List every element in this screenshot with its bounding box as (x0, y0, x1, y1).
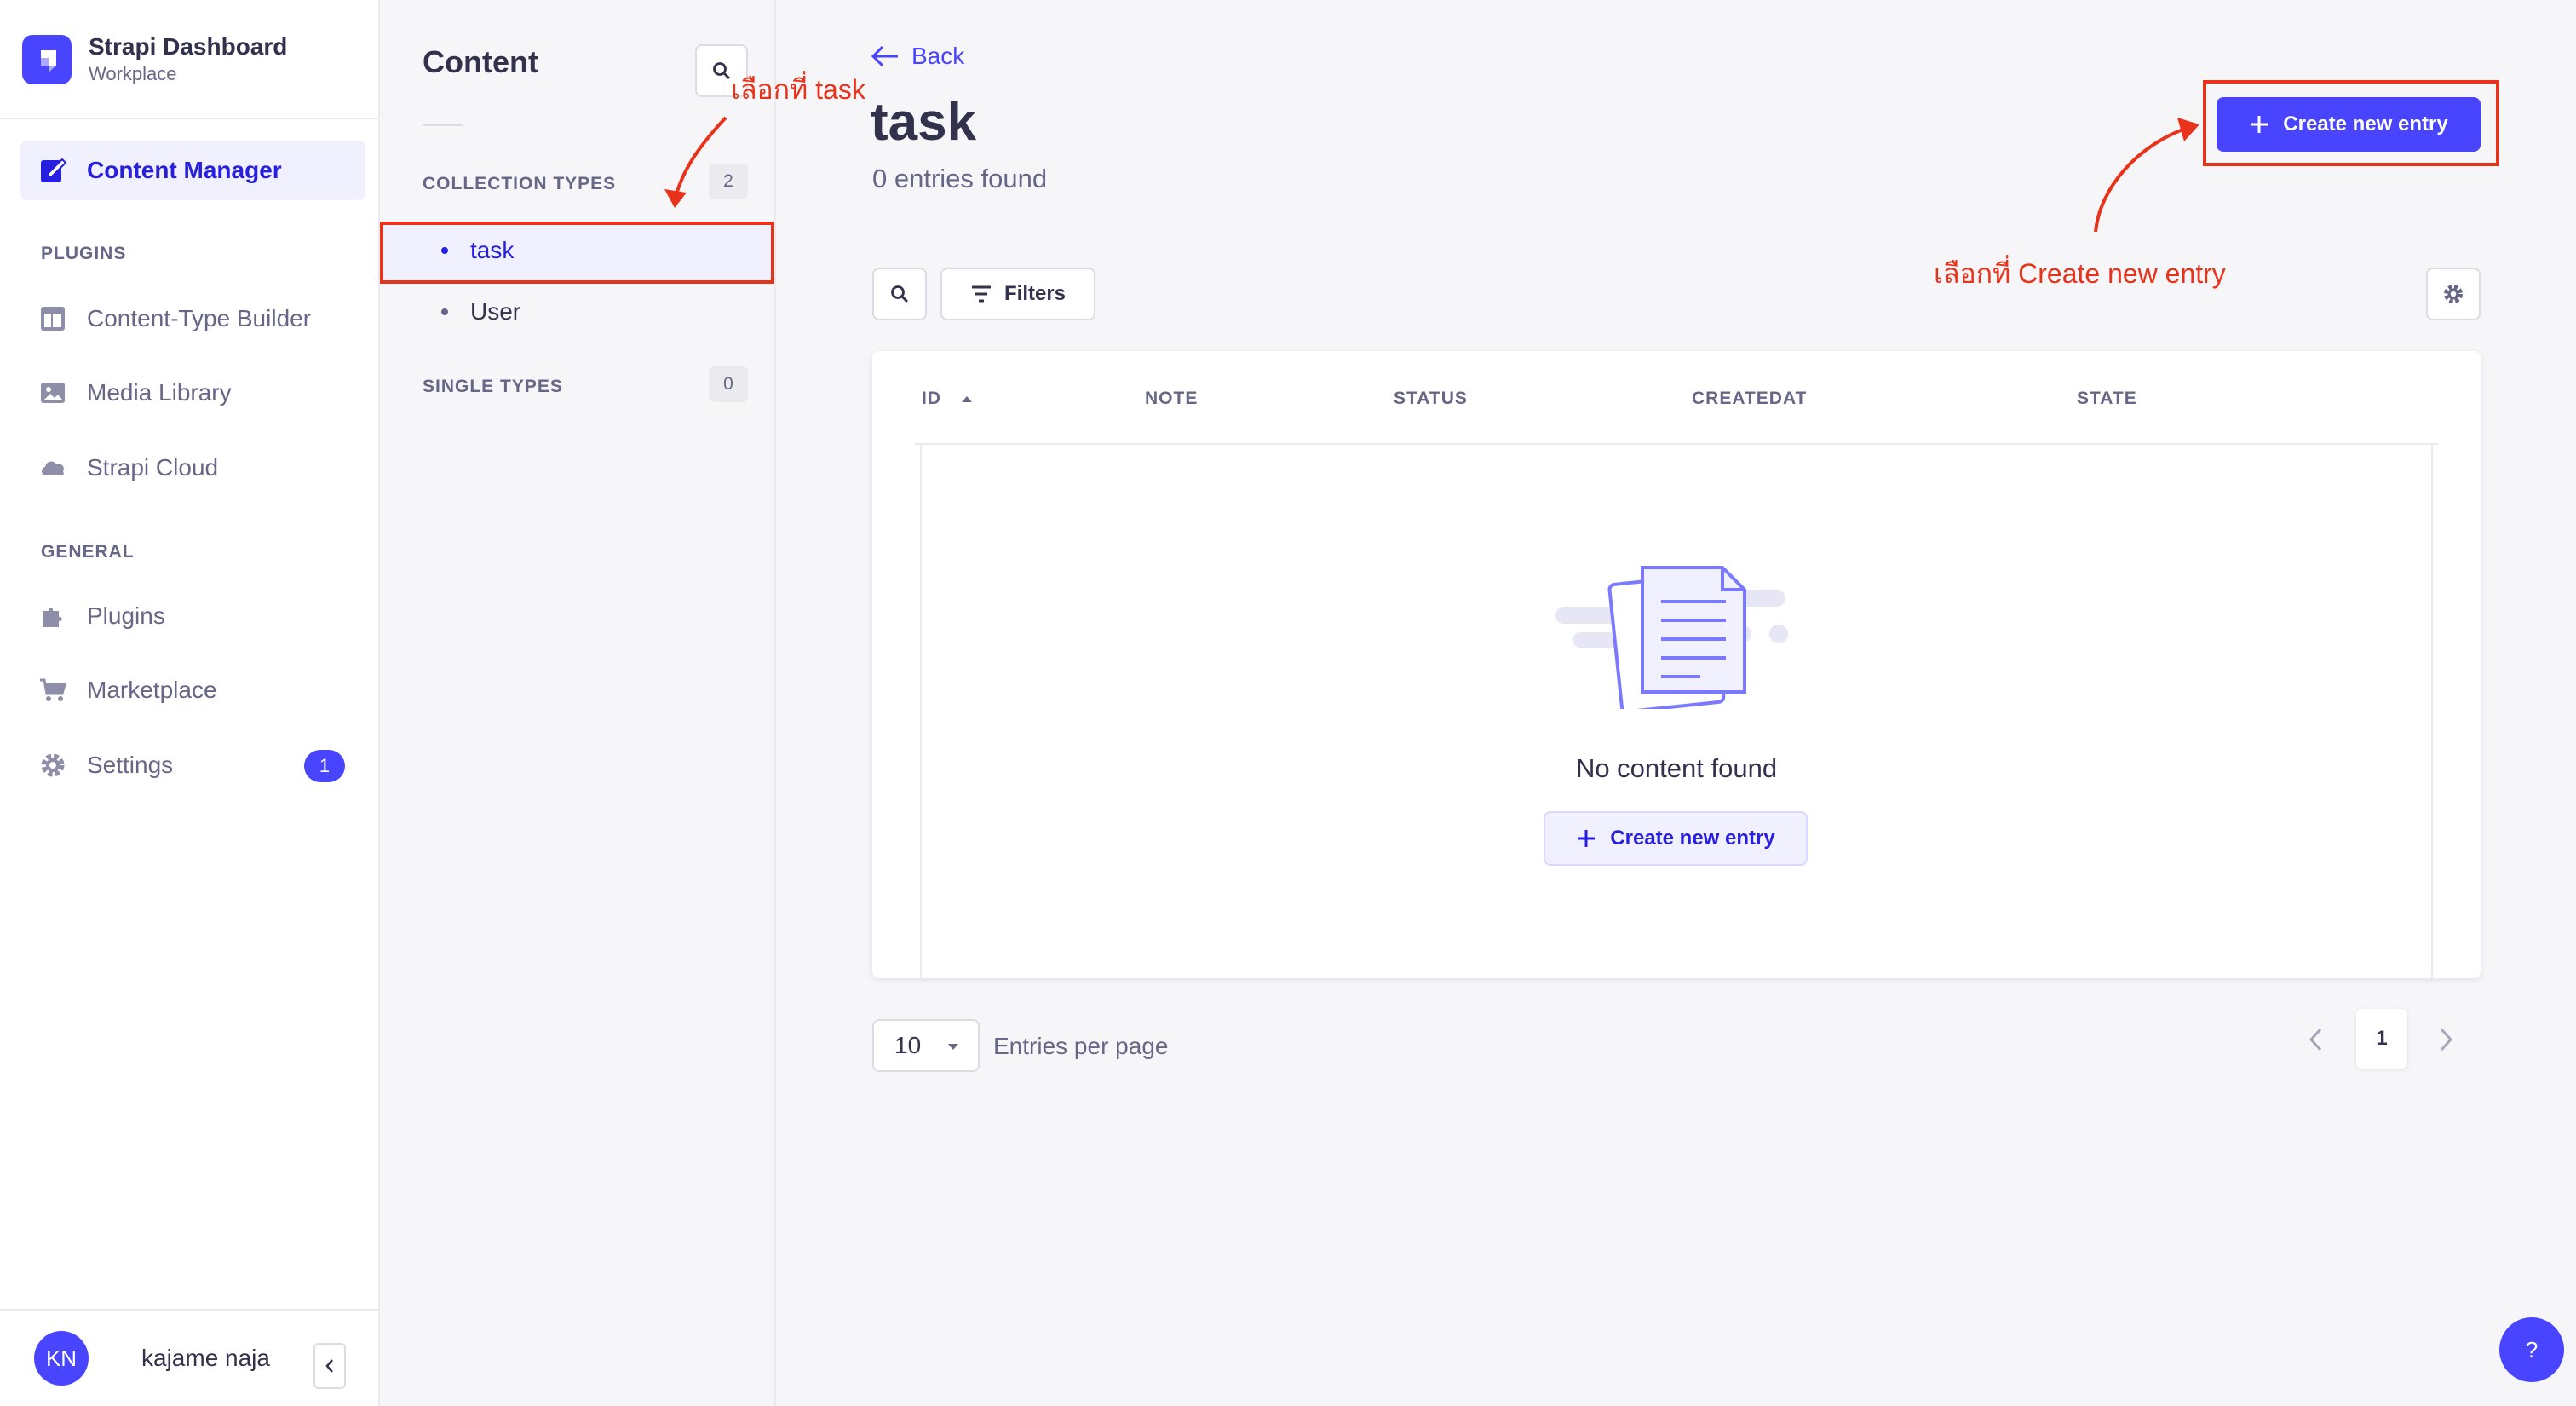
annotation-arrows (664, 116, 2199, 233)
